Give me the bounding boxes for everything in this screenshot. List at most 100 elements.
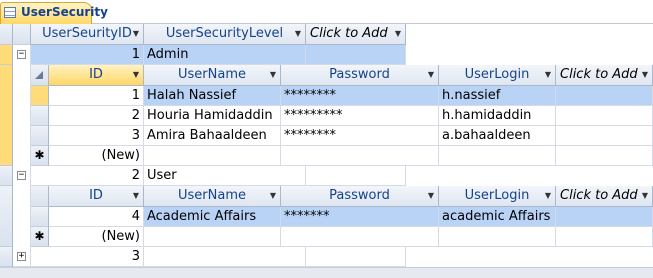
child-header-password[interactable]: Password ▼ xyxy=(281,186,439,207)
record-selector[interactable] xyxy=(0,247,13,267)
header-label: UserLogin xyxy=(464,188,530,203)
header-label: Password xyxy=(329,188,390,203)
child-header-username[interactable]: UserName ▼ xyxy=(144,65,281,86)
new-record-cell[interactable] xyxy=(281,227,439,247)
child-cell-add[interactable] xyxy=(556,126,653,146)
chevron-down-icon[interactable]: ▼ xyxy=(133,24,139,44)
child-cell-login[interactable]: h.nassief xyxy=(439,86,556,106)
parent-cell-level[interactable] xyxy=(144,247,306,267)
parent-cell-id[interactable]: 3 xyxy=(31,247,144,267)
chevron-down-icon[interactable]: ▼ xyxy=(270,65,276,85)
new-record-cell[interactable] xyxy=(144,227,281,247)
record-selector[interactable] xyxy=(0,45,13,65)
child-cell-id[interactable]: 1 xyxy=(49,86,144,106)
parent-cell-level[interactable]: Admin xyxy=(144,45,306,65)
child-cell-username[interactable]: Halah Nassief xyxy=(144,86,281,106)
child-cell-password[interactable]: ******** xyxy=(281,86,439,106)
child-record-selector[interactable] xyxy=(31,106,49,126)
record-selector-extension xyxy=(0,186,13,247)
child-header-id[interactable]: ID ▼ xyxy=(49,186,144,207)
child-cell-login[interactable]: academic Affairs xyxy=(439,207,556,227)
select-all-icon xyxy=(35,71,43,79)
child-header-click-to-add[interactable]: Click to Add ▼ xyxy=(556,186,653,207)
new-record-icon[interactable]: ✱ xyxy=(31,227,49,247)
parent-header-usersecuritylevel[interactable]: UserSecurityLevel ▼ xyxy=(144,24,306,45)
parent-header-selector[interactable] xyxy=(0,24,13,45)
child-cell-add[interactable] xyxy=(556,106,653,126)
child-header-id[interactable]: ID ▼ xyxy=(49,65,144,86)
parent-header-usersecurityid[interactable]: UserSeurityID ▼ xyxy=(31,24,144,45)
child-cell-username[interactable]: Amira Bahaaldeen xyxy=(144,126,281,146)
child-header-selector[interactable] xyxy=(31,186,49,207)
horizontal-scrollbar[interactable] xyxy=(0,267,653,278)
child-record-selector[interactable] xyxy=(31,207,49,227)
parent-header-click-to-add[interactable]: Click to Add ▼ xyxy=(306,24,406,45)
record-selector-extension xyxy=(0,65,13,166)
parent-cell-id[interactable]: 1 xyxy=(31,45,144,65)
record-selector[interactable] xyxy=(0,166,13,186)
child-cell-password[interactable]: ******* xyxy=(281,207,439,227)
chevron-down-icon[interactable]: ▼ xyxy=(270,186,276,206)
child-header-username[interactable]: UserName ▼ xyxy=(144,186,281,207)
collapse-icon[interactable]: − xyxy=(17,50,26,59)
parent-cell-add[interactable] xyxy=(306,166,406,186)
chevron-down-icon[interactable]: ▼ xyxy=(395,24,401,44)
child-cell-id[interactable]: 4 xyxy=(49,207,144,227)
new-record-cell[interactable] xyxy=(556,146,653,166)
child-cell-login[interactable]: a.bahaaldeen xyxy=(439,126,556,146)
chevron-down-icon[interactable]: ▼ xyxy=(428,186,434,206)
child-record-selector[interactable] xyxy=(31,126,49,146)
child-cell-login[interactable]: h.hamidaddin xyxy=(439,106,556,126)
child-cell-password[interactable]: ********* xyxy=(281,106,439,126)
parent-cell-add[interactable] xyxy=(306,45,406,65)
chevron-down-icon[interactable]: ▼ xyxy=(545,186,551,206)
new-record-cell[interactable] xyxy=(144,146,281,166)
header-label: UserSecurityLevel xyxy=(165,26,284,41)
chevron-down-icon[interactable]: ▼ xyxy=(545,65,551,85)
table-icon xyxy=(4,7,16,18)
header-label: Password xyxy=(329,67,390,82)
child-header-userlogin[interactable]: UserLogin ▼ xyxy=(439,65,556,86)
new-record-icon[interactable]: ✱ xyxy=(31,146,49,166)
child-header-password[interactable]: Password ▼ xyxy=(281,65,439,86)
child-cell-id[interactable]: 2 xyxy=(49,106,144,126)
parent-cell-add[interactable] xyxy=(306,247,406,267)
chevron-down-icon[interactable]: ▼ xyxy=(133,65,139,85)
new-record-label[interactable]: (New) xyxy=(49,227,144,247)
chevron-down-icon[interactable]: ▼ xyxy=(428,65,434,85)
tab-usersecurity[interactable]: UserSecurity xyxy=(0,2,108,24)
child-cell-username[interactable]: Houria Hamidaddin xyxy=(144,106,281,126)
chevron-down-icon[interactable]: ▼ xyxy=(642,186,648,206)
child-cell-add[interactable] xyxy=(556,207,653,227)
chevron-down-icon[interactable]: ▼ xyxy=(295,24,301,44)
child-record-selector[interactable] xyxy=(31,86,49,106)
subdatasheet-gutter xyxy=(13,45,31,166)
new-record-cell[interactable] xyxy=(281,146,439,166)
new-record-label[interactable]: (New) xyxy=(49,146,144,166)
child-cell-add[interactable] xyxy=(556,86,653,106)
collapse-icon[interactable]: − xyxy=(17,171,26,180)
tab-title: UserSecurity xyxy=(21,5,108,19)
child-header-userlogin[interactable]: UserLogin ▼ xyxy=(439,186,556,207)
parent-cell-id[interactable]: 2 xyxy=(31,166,144,186)
header-label: Click to Add xyxy=(560,67,638,82)
chevron-down-icon[interactable]: ▼ xyxy=(642,65,648,85)
header-label: Click to Add xyxy=(560,188,638,203)
header-label: UserLogin xyxy=(464,67,530,82)
chevron-down-icon[interactable]: ▼ xyxy=(133,186,139,206)
header-label: UserName xyxy=(178,67,246,82)
header-label: Click to Add xyxy=(310,26,388,41)
new-record-cell[interactable] xyxy=(556,227,653,247)
header-label: ID xyxy=(89,188,103,203)
child-header-click-to-add[interactable]: Click to Add ▼ xyxy=(556,65,653,86)
parent-cell-level[interactable]: User xyxy=(144,166,306,186)
new-record-cell[interactable] xyxy=(439,146,556,166)
parent-header-expander xyxy=(13,24,31,45)
child-header-selector[interactable] xyxy=(31,65,49,86)
child-cell-username[interactable]: Academic Affairs xyxy=(144,207,281,227)
child-cell-id[interactable]: 3 xyxy=(49,126,144,146)
header-label: UserName xyxy=(178,188,246,203)
child-cell-password[interactable]: ******** xyxy=(281,126,439,146)
header-label: ID xyxy=(89,67,103,82)
new-record-cell[interactable] xyxy=(439,227,556,247)
